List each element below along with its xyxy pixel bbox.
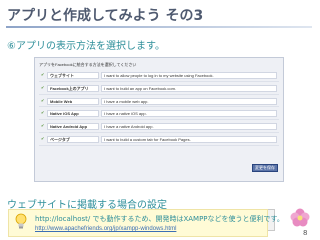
option-row-page-tab[interactable]: ✔ ページタブ I want to build a custom tab for… [39, 133, 279, 146]
xampp-link[interactable]: http://www.apachefriends.org/jp/xampp-wi… [35, 226, 176, 232]
tip-note: http://localhost/ でも動作するため、開発時はXAMPPなどを使… [8, 209, 284, 237]
checkmark-icon: ✔ [41, 110, 45, 116]
tip-text: http://localhost/ でも動作するため、開発時はXAMPPなどを使… [35, 215, 284, 223]
title-divider [6, 26, 312, 28]
checkmark-icon: ✔ [41, 123, 45, 129]
checkmark-icon: ✔ [41, 135, 45, 141]
option-label: Mobile Web [47, 97, 99, 105]
step-heading: ⑥アプリの表示方法を選択します。 [7, 41, 165, 52]
checkmark-icon: ✔ [41, 97, 45, 103]
checkmark-icon: ✔ [41, 84, 45, 90]
panel-heading: アプリをFacebookに統合する方法を選択してください [39, 62, 137, 67]
integration-options-list: ✔ ウェブサイト I want to allow people to log i… [39, 69, 279, 146]
option-description[interactable]: I have a native Android app. [101, 123, 277, 131]
option-row-ios-app[interactable]: ✔ Native iOS App I have a native iOS app… [39, 107, 279, 121]
option-row-mobile-web[interactable]: ✔ Mobile Web I have a mobile web app. [39, 95, 279, 108]
option-row-website[interactable]: ✔ ウェブサイト I want to allow people to log i… [39, 69, 279, 82]
option-description[interactable]: I have a native iOS app. [101, 110, 277, 118]
lightbulb-icon [15, 213, 27, 229]
option-label: Native Android App [47, 123, 99, 131]
option-label: Native iOS App [47, 110, 99, 118]
option-label: Facebook上のアプリ [47, 84, 99, 92]
option-description[interactable]: I want to allow people to log in to my w… [101, 72, 277, 79]
checkmark-icon: ✔ [41, 72, 45, 77]
option-label: ページタブ [47, 135, 99, 143]
option-description[interactable]: I want to build a custom tab for Faceboo… [101, 135, 277, 143]
option-row-android-app[interactable]: ✔ Native Android App I have a native And… [39, 120, 279, 133]
slide-title: アプリと作成してみよう その3 [7, 8, 204, 24]
save-changes-button[interactable]: 変更を保存 [252, 164, 278, 172]
flower-decoration [290, 208, 310, 227]
option-description[interactable]: I have a mobile web app. [101, 97, 277, 105]
option-row-facebook-app[interactable]: ✔ Facebook上のアプリ I want to build an app o… [39, 82, 279, 95]
option-label: ウェブサイト [47, 72, 99, 79]
option-description[interactable]: I want to build an app on Facebook.com. [101, 84, 277, 92]
page-number: 8 [303, 229, 308, 237]
facebook-integration-panel: アプリをFacebookに統合する方法を選択してください ✔ ウェブサイト I … [34, 57, 284, 182]
